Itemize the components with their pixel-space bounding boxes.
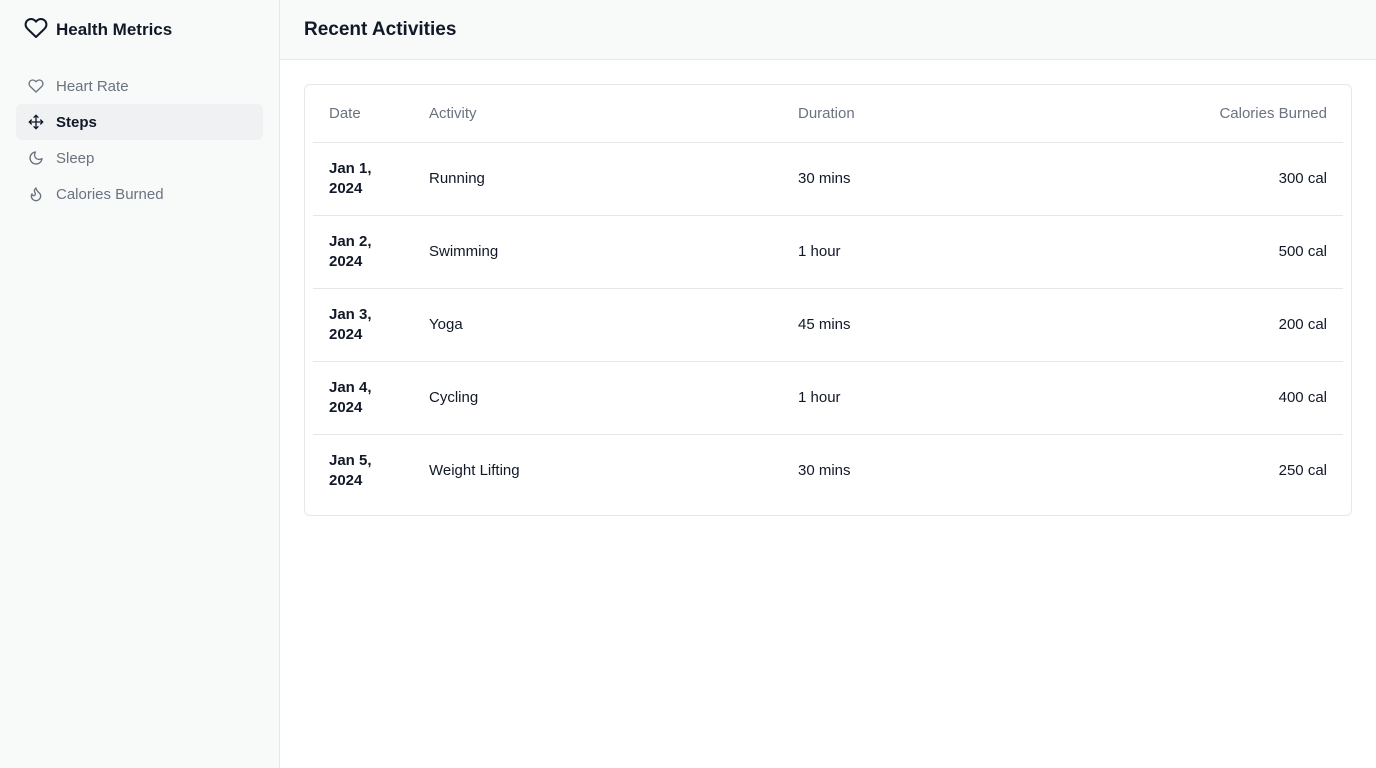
sidebar-item-label: Sleep [56,149,95,167]
sidebar-item-calories-burned[interactable]: Calories Burned [16,176,263,212]
calories-cell: 500 cal [1082,215,1343,289]
date-text: Jan 4, 2024 [329,378,372,416]
sidebar-item-steps[interactable]: Steps [16,104,263,140]
content: Date Activity Duration Calories Burned J… [280,60,1376,540]
app-title: Health Metrics [56,20,173,39]
activity-cell: Weight Lifting [429,462,520,480]
sidebar-nav: Heart Rate Steps Sleep Calories Burned [16,68,263,212]
calories-cell: 250 cal [1278,462,1327,480]
date-cell: Jan 2, 2024 [313,215,413,289]
sidebar-item-label: Calories Burned [56,185,164,203]
page-title: Recent Activities [304,18,457,40]
date-cell: Jan 3, 2024 [313,288,413,362]
sidebar: Health Metrics Heart Rate Steps Sleep Ca… [0,0,280,768]
flame-icon [28,186,44,202]
sidebar-item-heart-rate[interactable]: Heart Rate [16,68,263,104]
column-header-calories[interactable]: Calories Burned [1082,85,1343,143]
main-area: Recent Activities Date Activity Duration… [280,0,1376,768]
table-header-row: Date Activity Duration Calories Burned [313,85,1343,143]
table-row[interactable]: Jan 1, 2024 Running 30 mins 300 cal [313,142,1343,216]
calories-cell: 200 cal [1082,288,1343,362]
date-cell: Jan 4, 2024 [313,361,413,435]
table-row[interactable]: Jan 2, 2024 Swimming 1 hour 500 cal [313,215,1343,289]
duration-cell: 30 mins [782,142,1082,216]
duration-cell: 1 hour [782,215,1082,289]
duration-cell: 30 mins [798,462,851,480]
sidebar-item-label: Heart Rate [56,77,129,95]
activity-cell: Running [413,142,782,216]
heart-icon [28,78,44,94]
duration-cell: 45 mins [782,288,1082,362]
brand: Health Metrics [16,0,263,60]
table-row[interactable]: Jan 4, 2024 Cycling 1 hour 400 cal [313,361,1343,435]
activity-cell: Yoga [413,288,782,362]
table-row[interactable]: Jan 5, 2024 Weight Lifting 30 mins 250 c… [313,434,1343,507]
date-text: Jan 5, 2024 [329,451,372,489]
column-header-date[interactable]: Date [313,85,413,143]
calories-cell: 300 cal [1082,142,1343,216]
activity-cell: Cycling [413,361,782,435]
column-header-duration[interactable]: Duration [782,85,1082,143]
date-cell: Jan 1, 2024 [313,142,413,216]
topbar: Recent Activities [280,0,1376,60]
sidebar-item-label: Steps [56,113,97,131]
date-text: Jan 2, 2024 [329,232,372,270]
column-header-activity[interactable]: Activity [413,85,782,143]
activity-cell: Swimming [413,215,782,289]
heart-logo-icon [24,16,48,45]
date-cell: Jan 5, 2024 [313,434,413,507]
move-icon [28,114,44,130]
duration-cell: 1 hour [782,361,1082,435]
date-text: Jan 3, 2024 [329,305,372,343]
calories-cell: 400 cal [1082,361,1343,435]
activities-table: Date Activity Duration Calories Burned J… [313,85,1343,507]
activities-card: Date Activity Duration Calories Burned J… [304,84,1352,516]
table-row[interactable]: Jan 3, 2024 Yoga 45 mins 200 cal [313,288,1343,362]
moon-icon [28,150,44,166]
sidebar-item-sleep[interactable]: Sleep [16,140,263,176]
date-text: Jan 1, 2024 [329,159,372,197]
